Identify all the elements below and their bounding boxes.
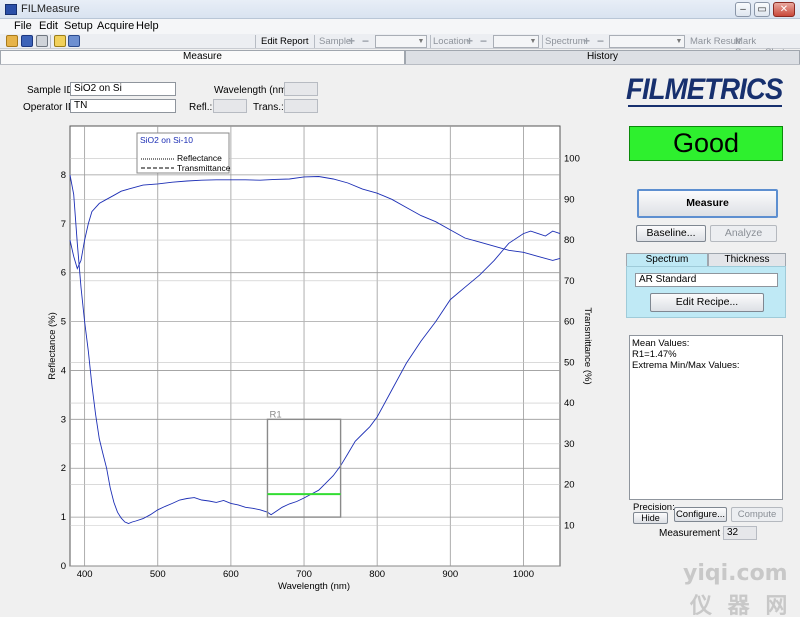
y2-tick-label: 40 — [564, 398, 575, 409]
measurement-label: Measurement # — [659, 528, 729, 539]
y-tick-label: 6 — [61, 268, 66, 279]
x-tick-label: 500 — [150, 569, 166, 580]
analyze-button[interactable]: Analyze — [710, 225, 777, 242]
measure-button[interactable]: Measure — [637, 189, 778, 218]
y-tick-label: 1 — [61, 512, 66, 523]
results-box: Mean Values: R1=1.47% Extrema Min/Max Va… — [629, 335, 783, 500]
tab-spectrum[interactable]: Spectrum — [626, 253, 708, 267]
edit-recipe-button[interactable]: Edit Recipe... — [650, 293, 764, 312]
results-line: R1=1.47% — [632, 349, 677, 360]
y2-tick-label: 60 — [564, 317, 575, 328]
legend-reflectance: Reflectance — [177, 153, 222, 163]
filmetrics-logo: FILMETRICS — [626, 73, 783, 106]
y2-tick-label: 20 — [564, 480, 575, 491]
x-tick-label: 700 — [296, 569, 312, 580]
results-line: Mean Values: — [632, 338, 690, 349]
x-tick-label: 600 — [223, 569, 239, 580]
y-tick-label: 7 — [61, 219, 66, 230]
tab-thickness[interactable]: Thickness — [708, 253, 786, 267]
recipe-name-field[interactable]: AR Standard — [635, 273, 778, 287]
configure-button[interactable]: Configure... — [674, 507, 727, 522]
hide-button[interactable]: Hide — [633, 512, 668, 524]
y-tick-label: 0 — [61, 561, 66, 572]
y-tick-label: 8 — [61, 170, 66, 181]
baseline-button[interactable]: Baseline... — [636, 225, 706, 242]
y-axis-label: Reflectance (%) — [47, 312, 58, 380]
x-tick-label: 900 — [442, 569, 458, 580]
logo-underline — [628, 105, 782, 107]
y2-tick-label: 70 — [564, 276, 575, 287]
y-tick-label: 5 — [61, 317, 66, 328]
y2-tick-label: 90 — [564, 194, 575, 205]
y-tick-label: 4 — [61, 365, 66, 376]
plot-area — [69, 125, 561, 567]
y-tick-label: 3 — [61, 414, 66, 425]
y2-axis-label: Transmittance (%) — [582, 307, 593, 384]
legend-title: SiO2 on Si-10 — [140, 135, 193, 145]
y2-tick-label: 30 — [564, 439, 575, 450]
y2-tick-label: 10 — [564, 520, 575, 531]
y2-tick-labels: 10 20 30 40 50 60 70 80 90 100 — [564, 154, 580, 532]
y2-tick-label: 80 — [564, 235, 575, 246]
watermark-site: yiqi.com — [683, 561, 788, 586]
y2-tick-label: 100 — [564, 154, 580, 165]
measurement-number: 32 — [723, 526, 757, 540]
results-line: Extrema Min/Max Values: — [632, 360, 740, 371]
y2-tick-label: 50 — [564, 357, 575, 368]
region-label: R1 — [269, 409, 281, 420]
x-tick-label: 800 — [369, 569, 385, 580]
y-tick-labels: 0 1 2 3 4 5 6 7 8 — [61, 170, 66, 572]
x-axis-label: Wavelength (nm) — [278, 581, 350, 592]
x-tick-labels: 400 500 600 700 800 900 1000 — [77, 569, 534, 580]
compute-button[interactable]: Compute — [731, 507, 783, 522]
y-tick-label: 2 — [61, 463, 66, 474]
x-tick-label: 400 — [77, 569, 93, 580]
x-tick-label: 1000 — [513, 569, 534, 580]
status-indicator: Good — [629, 126, 783, 161]
legend-transmittance: Transmittance — [177, 163, 231, 173]
watermark-chinese: 仪 器 网 — [690, 594, 792, 617]
